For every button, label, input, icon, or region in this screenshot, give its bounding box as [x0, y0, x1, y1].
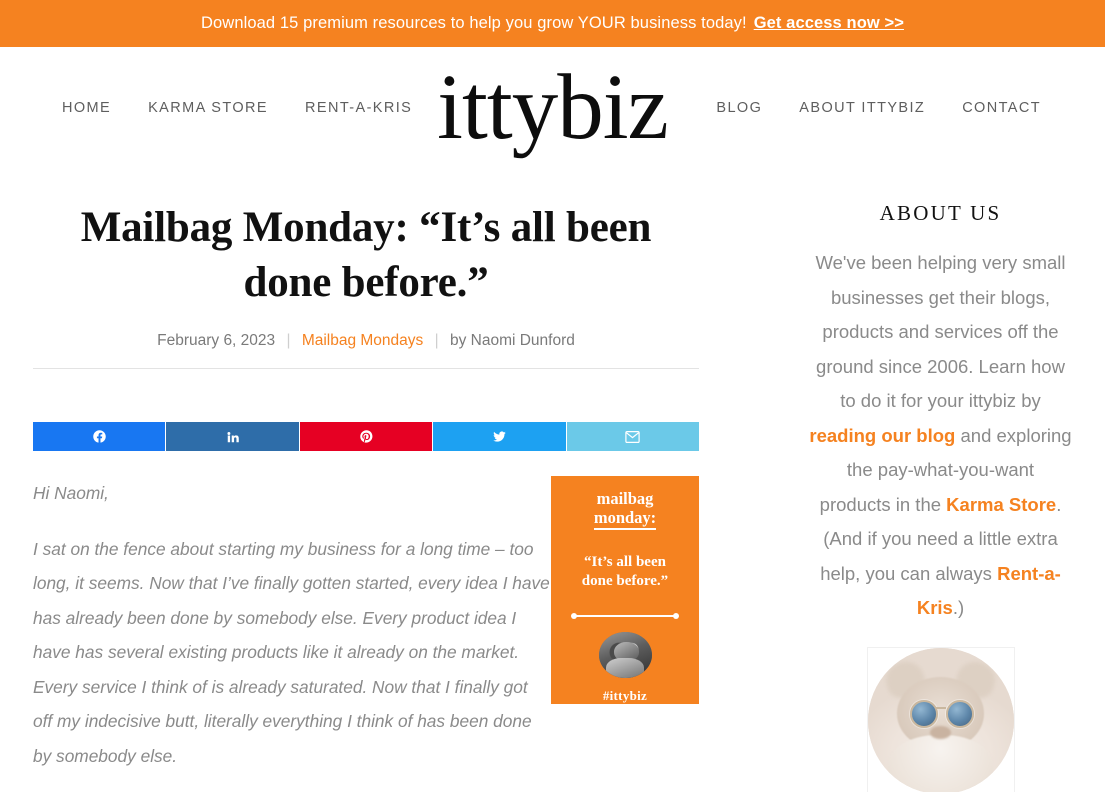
share-button-facebook[interactable]: Share — [33, 422, 166, 452]
post-body-area: Hi Naomi, I sat on the fence about start… — [33, 476, 699, 792]
post-author: by Naomi Dunford — [449, 332, 575, 350]
sidebar-heading-about-us: ABOUT US — [879, 201, 1002, 225]
site-header: HOME KARMA STORE RENT-A-KRIS ittybiz BLO… — [0, 47, 1105, 168]
about-text-part-1: We've been helping very small businesses… — [815, 252, 1066, 411]
sunglasses-lens-left-icon — [909, 700, 938, 728]
post-paragraph-greeting: Hi Naomi, — [33, 483, 109, 504]
pin-divider-ornament — [571, 612, 679, 620]
linkedin-icon — [226, 430, 240, 444]
nav-item-about-ittybiz[interactable]: ABOUT ITTYBIZ — [799, 100, 925, 116]
facebook-icon — [92, 429, 107, 444]
post-category-link[interactable]: Mailbag Mondays — [302, 332, 423, 349]
pin-kicker: mailbag monday: — [593, 489, 657, 531]
promo-cta-link[interactable]: Get access now >> — [754, 14, 904, 33]
link-karma-store[interactable]: Karma Store — [946, 494, 1056, 515]
divider-line — [575, 615, 675, 618]
pin-quote: “It’s all been done before.” — [582, 553, 668, 591]
cat-chest — [887, 735, 994, 792]
pin-kicker-line2: monday: — [593, 508, 657, 528]
sidebar-column: ABOUT US We've been helping very small b… — [809, 168, 1072, 792]
post-body-text: Hi Naomi, I sat on the fence about start… — [33, 476, 551, 792]
cat-profile-card: Kris Faraldo Cat-In-Charge — [867, 647, 1014, 792]
pin-kicker-line1: mailbag — [596, 489, 654, 509]
pinnable-quote-image[interactable]: mailbag monday: “It’s all been done befo… — [551, 476, 699, 705]
nav-item-karma-store[interactable]: KARMA STORE — [148, 100, 268, 116]
meta-separator-2: | — [434, 332, 439, 350]
pinterest-icon — [359, 429, 374, 444]
share-button-email[interactable]: Email — [566, 422, 700, 452]
sunglasses-bridge-icon — [936, 707, 947, 710]
pin-author-photo — [598, 632, 652, 679]
share-button-pinterest[interactable]: Pin — [299, 422, 433, 452]
promo-banner-text: Download 15 premium resources to help yo… — [201, 14, 747, 32]
link-reading-our-blog[interactable]: reading our blog — [809, 425, 955, 446]
post-meta: February 6, 2023 | Mailbag Mondays | by … — [33, 332, 699, 370]
site-logo[interactable]: ittybiz — [437, 61, 669, 154]
divider-dot-right — [673, 613, 679, 620]
post-paragraph-1: I sat on the fence about starting my bus… — [33, 538, 550, 766]
pin-quote-line2: done before.” — [581, 573, 669, 590]
pin-image-wrap: mailbag monday: “It’s all been done befo… — [551, 476, 699, 792]
pin-hashtag: #ittybiz — [602, 688, 648, 704]
column-gap — [699, 168, 809, 792]
share-button-twitter[interactable]: Tweet — [433, 422, 566, 452]
nav-item-home[interactable]: HOME — [62, 100, 111, 116]
email-icon — [625, 430, 641, 443]
about-text-part-4: .) — [952, 597, 965, 618]
meta-separator-1: | — [286, 332, 291, 350]
page-layout: Mailbag Monday: “It’s all been done befo… — [0, 168, 1105, 792]
avatar — [867, 647, 1014, 792]
nav-item-blog[interactable]: BLOG — [716, 100, 762, 116]
sunglasses-lens-right-icon — [946, 700, 975, 728]
nav-item-contact[interactable]: CONTACT — [962, 100, 1041, 116]
pin-photo-body — [605, 657, 645, 679]
about-us-widget: ABOUT US We've been helping very small b… — [809, 168, 1072, 792]
promo-banner: Download 15 premium resources to help yo… — [0, 0, 1105, 47]
twitter-icon — [492, 429, 507, 444]
share-bar: Share Share Pin Tweet — [33, 422, 700, 452]
page-title: Mailbag Monday: “It’s all been done befo… — [80, 204, 652, 306]
pin-quote-line1: “It’s all been — [584, 554, 666, 571]
article-column: Mailbag Monday: “It’s all been done befo… — [33, 168, 700, 792]
share-button-linkedin[interactable]: Share — [166, 422, 299, 452]
about-us-text: We've been helping very small businesses… — [809, 246, 1072, 626]
post-date: February 6, 2023 — [157, 332, 276, 350]
nav-item-rent-a-kris[interactable]: RENT-A-KRIS — [305, 100, 412, 116]
